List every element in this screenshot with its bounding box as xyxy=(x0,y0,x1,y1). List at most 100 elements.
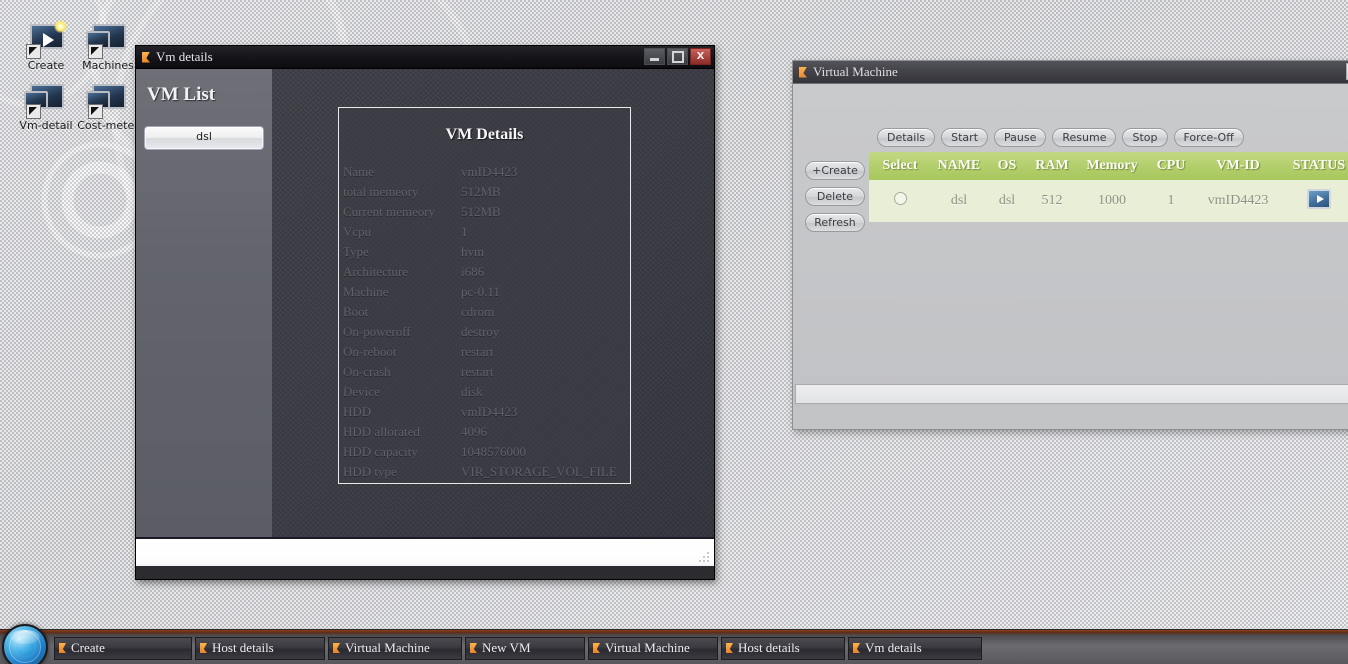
window-flag-icon xyxy=(333,643,340,653)
vm-action-pause[interactable]: Pause xyxy=(994,128,1047,147)
maximize-button[interactable] xyxy=(667,48,688,65)
vm-side--create[interactable]: +Create xyxy=(805,161,865,180)
vm-detail-key: Boot xyxy=(343,304,369,319)
window-flag-icon xyxy=(726,643,733,653)
vm-row-radio[interactable] xyxy=(893,192,907,205)
virtual-machine-window[interactable]: Virtual Machine Details Start Pause Resume S… xyxy=(792,60,1348,430)
vm-table: SelectNAMEOSRAMMemoryCPUVM-IDSTATUSVNC d… xyxy=(869,152,1348,222)
vm-detail-value: destroy xyxy=(461,324,500,339)
vm-detail-key: HDD capacity xyxy=(343,444,418,459)
vm-detail-key: On-poweroff xyxy=(343,324,411,339)
vm-detail-value: 512MB xyxy=(461,204,501,219)
taskbar-button[interactable]: Virtual Machine xyxy=(328,636,462,660)
vm-table-header-row: SelectNAMEOSRAMMemoryCPUVM-IDSTATUSVNC xyxy=(869,152,1348,180)
vm-details-panel-title: VM Details xyxy=(445,126,524,143)
vm-detail-value: i686 xyxy=(461,264,485,279)
vm-details-main: VM Details Name vmID4423 total memeory 512M… xyxy=(272,69,870,537)
table-row[interactable]: dsl dsl 512 1000 1 vmID4423 xyxy=(869,180,1348,222)
vm-details-title: Vm details xyxy=(156,49,213,64)
create-icon xyxy=(24,20,68,59)
taskbar: Create Host details Virtual Machine New VM V… xyxy=(0,624,1348,664)
vm-row-select-cell xyxy=(869,180,931,222)
vm-action-resume[interactable]: Resume xyxy=(1052,128,1117,147)
taskbar-button[interactable]: Create xyxy=(54,636,192,660)
vm-detail-key: On-reboot xyxy=(343,344,397,359)
taskbar-button[interactable]: Host details xyxy=(721,636,845,660)
vm-table-col-os: OS xyxy=(987,152,1027,180)
vm-action-stop[interactable]: Stop xyxy=(1122,128,1168,147)
start-button[interactable] xyxy=(2,624,48,664)
vm-detail-key: Architecture xyxy=(343,264,408,279)
vm-detail-key: HDD xyxy=(343,404,372,419)
taskbar-button-label: Host details xyxy=(212,640,274,655)
taskbar-button[interactable]: Vm details xyxy=(848,636,982,660)
virtual-machine-statusbar xyxy=(795,384,1348,404)
vm-side-delete[interactable]: Delete xyxy=(805,187,865,206)
taskbar-button-label: Virtual Machine xyxy=(345,640,430,655)
vm-detail-value: restart xyxy=(461,344,494,359)
vm-row-os: dsl xyxy=(987,180,1027,222)
vm-detail-icon xyxy=(24,82,68,119)
desktop: Create Machines Vm-detail Cost-meter Vm … xyxy=(0,0,1348,664)
window-flag-icon xyxy=(200,643,207,653)
vm-detail-value: restart xyxy=(461,364,494,379)
vm-details-titlebar[interactable]: Vm details X xyxy=(136,46,714,69)
vm-table-col-vm-id: VM-ID xyxy=(1195,152,1281,180)
resize-grip-icon[interactable] xyxy=(699,552,710,563)
vm-list-sidebar: VM List dsl xyxy=(136,69,272,537)
monitor-play-icon[interactable] xyxy=(1307,188,1331,209)
vm-action-details[interactable]: Details xyxy=(877,128,936,147)
vm-detail-row: Vcpu 1 xyxy=(339,222,630,242)
vm-detail-row: HDD allorated 4096 xyxy=(339,422,630,442)
vm-action-force-off[interactable]: Force-Off xyxy=(1173,128,1244,147)
vm-detail-value: 4096 xyxy=(461,424,487,439)
vm-detail-key: total memeory xyxy=(343,184,419,199)
close-icon: X xyxy=(696,51,705,62)
vm-detail-value: pc-0.11 xyxy=(461,284,500,299)
window-flag-icon xyxy=(59,643,66,653)
vm-detail-value: disk xyxy=(461,384,483,399)
vm-detail-key: Machine xyxy=(343,284,389,299)
vm-detail-value: hvm xyxy=(461,244,485,259)
vm-details-window[interactable]: Vm details X VM List dsl VM Details Name… xyxy=(135,45,870,580)
vm-action-start[interactable]: Start xyxy=(941,128,989,147)
vm-detail-row: Machine pc-0.11 xyxy=(339,282,630,302)
taskbar-button-label: Create xyxy=(71,640,105,655)
vm-row-status-cell xyxy=(1281,180,1348,222)
virtual-machine-body: Details Start Pause Resume Stop Force-Off +Cr… xyxy=(793,84,1348,406)
taskbar-button[interactable]: Virtual Machine xyxy=(588,636,718,660)
vm-detail-value: VIR_STORAGE_VOL_FILE xyxy=(461,464,617,479)
vm-row-ram: 512 xyxy=(1027,180,1077,222)
window-flag-icon xyxy=(593,643,600,653)
vm-detail-row: HDD vmID4423 xyxy=(339,402,630,422)
window-flag-icon xyxy=(799,66,807,78)
vm-side-refresh[interactable]: Refresh xyxy=(805,213,865,232)
taskbar-button[interactable]: New VM xyxy=(465,636,585,660)
vm-detail-row: On-crash restart xyxy=(339,362,630,382)
vm-table-col-select: Select xyxy=(869,152,931,180)
taskbar-button-label: Host details xyxy=(738,640,800,655)
virtual-machine-title: Virtual Machine xyxy=(813,64,898,79)
vm-row-name: dsl xyxy=(931,180,987,222)
vm-detail-value: vmID4423 xyxy=(461,404,518,419)
vm-table-wrapper: SelectNAMEOSRAMMemoryCPUVM-IDSTATUSVNC d… xyxy=(869,152,1348,222)
vm-detail-value: 1048576000 xyxy=(461,444,526,459)
taskbar-button-label: Virtual Machine xyxy=(605,640,690,655)
vm-detail-row: total memeory 512MB xyxy=(339,182,630,202)
vm-detail-row: HDD capacity 1048576000 xyxy=(339,442,630,462)
vm-details-rows: Name vmID4423 total memeory 512MB Current me… xyxy=(339,162,630,482)
vm-action-toolbar: Details Start Pause Resume Stop Force-Off xyxy=(877,128,1244,147)
vm-list-item-dsl[interactable]: dsl xyxy=(144,126,264,150)
vm-table-col-status: STATUS xyxy=(1281,152,1348,180)
vm-table-col-name: NAME xyxy=(931,152,987,180)
cost-meter-icon xyxy=(86,82,130,119)
taskbar-button[interactable]: Host details xyxy=(195,636,325,660)
vm-detail-value: 512MB xyxy=(461,184,501,199)
vm-detail-row: Boot cdrom xyxy=(339,302,630,322)
vm-details-statusbar xyxy=(136,537,714,566)
minimize-button[interactable] xyxy=(644,48,665,65)
virtual-machine-titlebar[interactable]: Virtual Machine xyxy=(793,61,1348,84)
vm-table-col-memory: Memory xyxy=(1077,152,1147,180)
vm-detail-key: Current memeory xyxy=(343,204,436,219)
close-button[interactable]: X xyxy=(690,48,711,65)
